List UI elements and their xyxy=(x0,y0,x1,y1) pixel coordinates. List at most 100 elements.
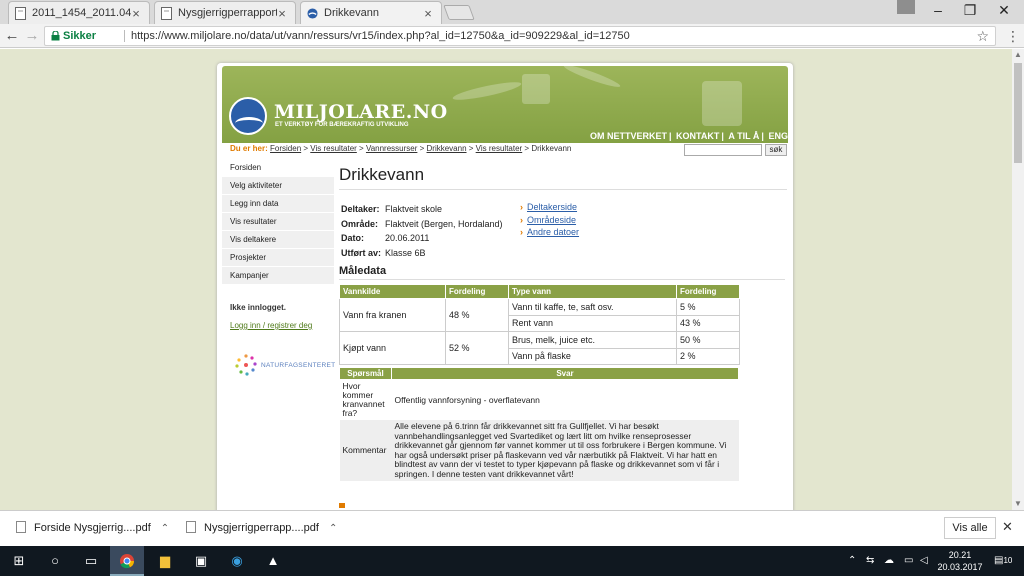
notification-icon[interactable]: ▤10 xyxy=(994,546,1012,576)
tab-drikkevann[interactable]: Drikkevann × xyxy=(300,1,442,24)
tab-pdf-2[interactable]: Nysgjerrigperrapport.pdf × xyxy=(154,1,296,24)
lock-icon xyxy=(51,31,60,41)
breadcrumb-link[interactable]: Drikkevann xyxy=(427,144,467,153)
photos-icon[interactable]: ▲ xyxy=(256,546,290,576)
column-header: Svar xyxy=(391,367,739,380)
pdf-file-icon xyxy=(186,521,196,533)
downloads-bar: Forside Nysgjerrig....pdf ⌃ Nysgjerrigper… xyxy=(0,510,1024,546)
close-icon[interactable]: × xyxy=(131,6,141,21)
close-icon[interactable]: × xyxy=(277,6,287,21)
link-omradeside[interactable]: Områdeside xyxy=(527,215,576,225)
tab-pdf-1[interactable]: 2011_1454_2011.04.14.p × xyxy=(8,1,150,24)
link-deltakerside[interactable]: Deltakerside xyxy=(527,202,577,212)
new-tab-button[interactable] xyxy=(443,5,475,20)
breadcrumb-link[interactable]: Forsiden xyxy=(270,144,301,153)
meta-key: Utført av: xyxy=(341,247,381,258)
sidebar-item-prosjekter[interactable]: Prosjekter xyxy=(222,249,334,267)
close-icon[interactable]: × xyxy=(423,6,433,21)
breadcrumb-link[interactable]: Vis resultater xyxy=(310,144,357,153)
login-link[interactable]: Logg inn / registrer deg xyxy=(222,321,334,330)
clock[interactable]: 20.21 20.03.2017 xyxy=(930,549,990,573)
store-icon[interactable]: ▣ xyxy=(184,546,218,576)
download-item[interactable]: Forside Nysgjerrig....pdf ⌃ xyxy=(16,521,169,534)
scroll-up-icon[interactable]: ▲ xyxy=(1012,49,1024,61)
chevron-up-icon[interactable]: ⌃ xyxy=(329,523,337,534)
app-icon[interactable]: ◉ xyxy=(220,546,254,576)
table-row: Hvor kommer kranvannet fra? Offentlig va… xyxy=(339,379,739,420)
link-andre-datoer[interactable]: Andre datoer xyxy=(527,227,579,237)
maximize-icon[interactable]: ❐ xyxy=(954,0,986,22)
breadcrumb-link[interactable]: Vis resultater xyxy=(476,144,523,153)
scroll-thumb[interactable] xyxy=(1014,63,1022,163)
address-bar[interactable]: Sikker https://www.miljolare.no/data/ut/… xyxy=(44,26,996,46)
sidebar-item-legg-inn-data[interactable]: Legg inn data xyxy=(222,195,334,213)
site-search-button[interactable]: søk xyxy=(765,144,787,156)
tray-chevron-icon[interactable]: ⌃ xyxy=(848,546,856,576)
bookmark-star-icon[interactable]: ☆ xyxy=(976,27,989,45)
file-explorer-icon[interactable]: ▆ xyxy=(148,546,182,576)
question-cell: Hvor kommer kranvannet fra? xyxy=(339,379,392,420)
sidebar-item-velg-aktiviteter[interactable]: Velg aktiviteter xyxy=(222,177,334,195)
table-row: Kommentar Alle elevene på 6.trinn får dr… xyxy=(339,420,739,481)
measurement-table: Vannkilde Fordeling Type vann Fordeling … xyxy=(339,284,740,365)
close-icon[interactable]: ✕ xyxy=(1002,519,1013,535)
scroll-down-icon[interactable]: ▼ xyxy=(1012,498,1024,510)
vertical-scrollbar[interactable]: ▲ ▼ xyxy=(1012,49,1024,510)
answer-cell: Alle elevene på 6.trinn får drikkevannet… xyxy=(391,420,739,481)
sidebar-item-vis-deltakere[interactable]: Vis deltakere xyxy=(222,231,334,249)
partner-logo[interactable]: NATURFAGSENTERET xyxy=(232,351,336,379)
clock-date: 20.03.2017 xyxy=(937,562,983,572)
login-status: Ikke innlogget. xyxy=(230,303,287,312)
search-icon[interactable]: ○ xyxy=(38,546,72,576)
table-cell: Vann på flaske xyxy=(508,347,677,365)
partner-name: NATURFAGSENTERET xyxy=(261,362,336,369)
sidebar-item-forsiden[interactable]: Forsiden xyxy=(222,159,334,177)
table-row: Vann fra kranen 48 % Vann til kaffe, te,… xyxy=(339,298,740,332)
user-profile-icon[interactable] xyxy=(897,0,915,14)
breadcrumb-link[interactable]: Vannressurser xyxy=(366,144,417,153)
clock-time: 20.21 xyxy=(948,550,972,560)
sidebar-item-kampanjer[interactable]: Kampanjer xyxy=(222,267,334,285)
meta-key: Område: xyxy=(341,218,379,229)
tab-strip: 2011_1454_2011.04.14.p × Nysgjerrigperra… xyxy=(0,0,1024,24)
nav-a-til-a[interactable]: A TIL Å xyxy=(728,131,759,141)
meta-value: Flaktveit skole xyxy=(385,204,443,214)
meta-key: Deltaker: xyxy=(341,204,380,214)
table-cell: 2 % xyxy=(676,347,740,365)
meta-value: 20.06.2011 xyxy=(385,233,430,243)
windows-start-icon[interactable]: ⊞ xyxy=(2,546,36,576)
nav-om-nettverket[interactable]: OM NETTVERKET xyxy=(590,131,667,141)
notification-count: 10 xyxy=(1003,556,1013,565)
table-row: Kjøpt vann 52 % Brus, melk, juice etc. 5… xyxy=(339,331,740,365)
chrome-icon[interactable] xyxy=(110,546,144,576)
sidebar: Forsiden Velg aktiviteter Legg inn data … xyxy=(222,159,335,376)
table-cell: Kjøpt vann xyxy=(339,331,446,365)
forward-icon[interactable]: → xyxy=(22,26,42,46)
window-close-icon[interactable]: ✕ xyxy=(988,0,1020,22)
site-logo-icon[interactable] xyxy=(229,97,267,135)
task-view-icon[interactable]: ▭ xyxy=(74,546,108,576)
menu-icon[interactable]: ⋮ xyxy=(1006,26,1020,46)
back-icon[interactable]: ← xyxy=(2,26,22,46)
site-search-input[interactable] xyxy=(684,144,762,156)
main-content: Drikkevann Deltaker: Flaktveit skole Områ… xyxy=(339,159,787,508)
network-icon[interactable]: ▭ xyxy=(904,546,913,576)
site-brand[interactable]: MILJOLARE.NO xyxy=(274,101,448,123)
answer-cell: Offentlig vannforsyning - overflatevann xyxy=(391,379,739,420)
volume-icon[interactable]: ◁ xyxy=(920,546,928,576)
site-tagline: ET VERKTØY FOR BÆREKRAFTIG UTVIKLING xyxy=(275,122,409,128)
sidebar-item-vis-resultater[interactable]: Vis resultater xyxy=(222,213,334,231)
url-text[interactable]: https://www.miljolare.no/data/ut/vann/re… xyxy=(131,27,630,45)
show-all-button[interactable]: Vis alle xyxy=(944,517,996,539)
download-item[interactable]: Nysgjerrigperrapp....pdf ⌃ xyxy=(186,521,337,534)
input-language-icon[interactable]: ⇆ xyxy=(866,546,874,576)
secure-label: Sikker xyxy=(63,30,97,42)
nav-kontakt[interactable]: KONTAKT xyxy=(676,131,719,141)
site-banner: MILJOLARE.NO ET VERKTØY FOR BÆREKRAFTIG … xyxy=(222,66,788,143)
table-cell: Vann fra kranen xyxy=(339,298,446,332)
chevron-up-icon[interactable]: ⌃ xyxy=(161,523,169,534)
minimize-icon[interactable]: – xyxy=(922,0,954,22)
table-cell: Brus, melk, juice etc. xyxy=(508,331,677,349)
nav-english[interactable]: ENGLISH xyxy=(768,131,788,141)
cloud-icon[interactable]: ☁ xyxy=(884,546,894,576)
